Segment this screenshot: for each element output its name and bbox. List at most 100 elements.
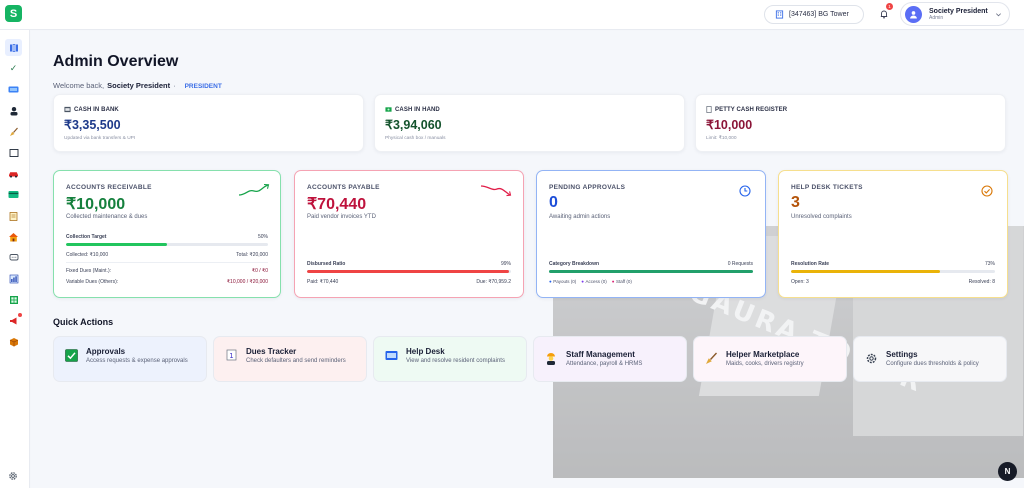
sidebar-item-staff[interactable] xyxy=(5,102,22,119)
society-selector[interactable]: [347463] BG Tower xyxy=(764,5,864,24)
target-label: Collection Target xyxy=(66,234,107,240)
chat-icon xyxy=(9,253,18,260)
svg-text:1: 1 xyxy=(229,352,233,360)
user-menu[interactable]: Society President Admin xyxy=(900,2,1010,26)
trend-down-icon xyxy=(480,185,512,197)
sidebar-item-chat[interactable] xyxy=(5,249,22,266)
trend-up-icon xyxy=(238,183,270,196)
sidebar-item-tickets[interactable] xyxy=(5,81,22,98)
broom-icon xyxy=(9,127,18,136)
society-name: [347463] BG Tower xyxy=(789,11,849,18)
card-value: 3 xyxy=(791,194,800,211)
card-value: ₹70,440 xyxy=(307,196,367,213)
resolution-label: Resolution Rate xyxy=(791,261,830,267)
qa-desc: Access requests & expense approvals xyxy=(86,358,188,364)
building-icon xyxy=(775,10,784,19)
qa-name: Help Desk xyxy=(406,347,445,356)
role-tag: PRESIDENT xyxy=(184,83,222,90)
sidebar-item-helpers[interactable] xyxy=(5,123,22,140)
cash-in-hand-card[interactable]: CASH IN HAND ₹3,94,060 Physical cash box… xyxy=(374,94,685,152)
sidebar: ✓ xyxy=(0,30,30,488)
sidebar-item-dues[interactable] xyxy=(5,186,22,203)
sidebar-item-approvals[interactable]: ✓ xyxy=(5,60,22,77)
main-content: BHAGAURA TOWER Admin Overview Welcome ba… xyxy=(31,31,1024,488)
card-value: 0 xyxy=(549,194,558,211)
sidebar-item-documents[interactable] xyxy=(5,207,22,224)
card-value: ₹10,000 xyxy=(66,196,126,213)
accounts-payable-card[interactable]: ACCOUNTS PAYABLE ₹70,440 Paid vendor inv… xyxy=(294,170,524,298)
notification-badge: 1 xyxy=(886,3,893,10)
bank-icon xyxy=(64,106,71,113)
card-title: HELP DESK TICKETS xyxy=(791,184,863,191)
quick-action-helper-marketplace[interactable]: Helper Marketplace Maids, cooks, drivers … xyxy=(693,336,847,382)
sidebar-item-flats[interactable] xyxy=(5,228,22,245)
user-name: Society President xyxy=(929,7,988,15)
cash-amount: ₹3,94,060 xyxy=(385,118,442,132)
qa-desc: Maids, cooks, drivers registry xyxy=(726,361,804,367)
qa-name: Approvals xyxy=(86,347,126,356)
collection-progress-bar xyxy=(66,243,268,246)
cash-in-bank-card[interactable]: CASH IN BANK ₹3,35,500 Updated via bank … xyxy=(53,94,364,152)
card-icon xyxy=(8,191,19,198)
clipboard-icon xyxy=(9,211,18,221)
sidebar-item-vehicles[interactable] xyxy=(5,165,22,182)
card-description: Awaiting admin actions xyxy=(549,214,611,220)
help-button[interactable]: N xyxy=(998,462,1017,481)
fixed-dues-label: Fixed Dues (Maint.): xyxy=(66,268,112,274)
sidebar-item-notices[interactable] xyxy=(5,144,22,161)
cash-icon xyxy=(385,107,392,112)
quick-actions-title: Quick Actions xyxy=(53,317,114,327)
box-icon xyxy=(9,337,18,346)
check-icon: ✓ xyxy=(9,63,18,73)
due-amount: Due: ₹70,959.2 xyxy=(476,279,511,285)
cash-label: PETTY CASH REGISTER xyxy=(715,106,788,113)
petty-cash-card[interactable]: PETTY CASH REGISTER ₹10,000 Limit: ₹10,0… xyxy=(695,94,1006,152)
app-logo[interactable]: S xyxy=(5,5,22,22)
accounts-receivable-card[interactable]: ACCOUNTS RECEIVABLE ₹10,000 Collected ma… xyxy=(53,170,281,298)
cash-subtext: Updated via bank transfers & UPI xyxy=(64,136,136,141)
legend-staff: ● Staff (0) xyxy=(611,279,632,284)
avatar xyxy=(905,5,922,23)
card-title: ACCOUNTS RECEIVABLE xyxy=(66,184,152,191)
sidebar-item-reports[interactable] xyxy=(5,270,22,287)
top-bar: S [347463] BG Tower 1 Society President … xyxy=(0,0,1024,30)
legend-access: ● Access (0) xyxy=(581,279,607,284)
quick-action-dues-tracker[interactable]: 1 Dues Tracker Check defaulters and send … xyxy=(213,336,367,382)
ledger-icon: 1 xyxy=(226,349,236,361)
quick-action-settings[interactable]: Settings Configure dues thresholds & poli… xyxy=(853,336,1007,382)
ratio-label: Disbursed Ratio xyxy=(307,261,346,267)
breakdown-value: 0 Requests xyxy=(727,261,753,267)
sidebar-item-inventory[interactable] xyxy=(5,333,22,350)
resolved-count: Resolved: 8 xyxy=(968,279,995,285)
sidebar-settings[interactable] xyxy=(7,469,19,481)
help-desk-tickets-card[interactable]: HELP DESK TICKETS 3 Unresolved complaint… xyxy=(778,170,1008,298)
sidebar-item-dashboard[interactable] xyxy=(5,39,22,56)
sidebar-item-accounts[interactable] xyxy=(5,291,22,308)
welcome-name: Society President xyxy=(107,81,171,90)
breakdown-label: Category Breakdown xyxy=(549,261,600,267)
check-box-icon xyxy=(64,348,78,362)
quick-action-approvals[interactable]: Approvals Access requests & expense appro… xyxy=(53,336,207,382)
open-count: Open: 3 xyxy=(791,279,809,285)
broom-icon xyxy=(705,352,717,364)
quick-action-help-desk[interactable]: Help Desk View and resolve resident compl… xyxy=(373,336,527,382)
ticket-icon xyxy=(8,86,19,93)
sidebar-item-announcements[interactable] xyxy=(5,312,22,329)
collected-amount: Collected: ₹10,000 xyxy=(66,252,109,258)
user-icon xyxy=(910,10,917,19)
qa-name: Dues Tracker xyxy=(246,347,297,356)
spreadsheet-icon xyxy=(9,295,18,304)
megaphone-icon xyxy=(9,317,16,324)
pending-approvals-card[interactable]: PENDING APPROVALS 0 Awaiting admin actio… xyxy=(536,170,766,298)
car-icon xyxy=(9,171,18,178)
qa-name: Settings xyxy=(886,350,918,359)
card-description: Collected maintenance & dues xyxy=(66,214,148,220)
card-description: Unresolved complaints xyxy=(791,214,852,220)
resolution-progress-bar xyxy=(791,270,995,273)
dashboard-icon xyxy=(9,43,18,52)
announcement-dot xyxy=(18,313,22,317)
quick-action-staff-management[interactable]: Staff Management Attendance, payroll & HR… xyxy=(533,336,687,382)
card-description: Paid vendor invoices YTD xyxy=(307,214,376,220)
variable-dues-label: Variable Dues (Others): xyxy=(66,279,119,285)
qa-desc: Check defaulters and send reminders xyxy=(246,358,346,364)
